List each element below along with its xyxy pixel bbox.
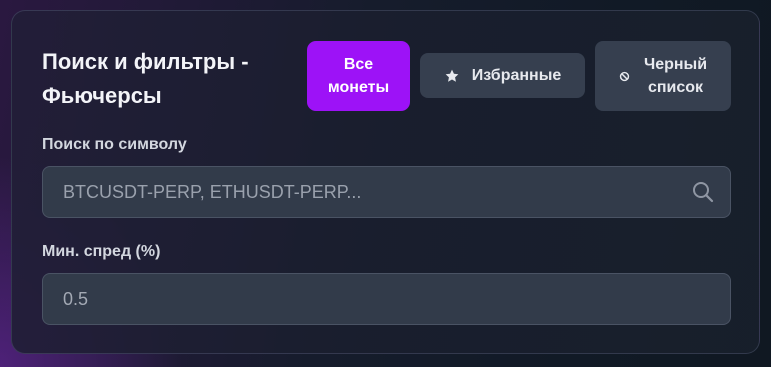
- blacklist-label: Черный список: [644, 53, 707, 99]
- star-icon: [444, 68, 460, 84]
- favorites-label: Избранные: [471, 67, 562, 84]
- search-input[interactable]: [43, 167, 730, 217]
- search-field: [42, 166, 731, 218]
- all-coins-label-line-1: Все: [343, 56, 374, 73]
- all-coins-label: Все монеты: [328, 53, 389, 99]
- filters-panel: Поиск и фильтры - Фьючерсы Все монеты Из…: [11, 10, 760, 354]
- blacklist-label-line-1: Черный: [643, 56, 708, 73]
- page-title: Поиск и фильтры - Фьючерсы: [42, 45, 292, 113]
- ban-icon: [619, 71, 630, 82]
- min-spread-label: Мин. спред (%): [42, 243, 161, 260]
- favorites-button[interactable]: Избранные: [420, 53, 585, 98]
- blacklist-button[interactable]: Черный список: [595, 41, 731, 111]
- page-title-line-2: Фьючерсы: [42, 83, 162, 108]
- all-coins-label-line-2: монеты: [327, 79, 390, 96]
- min-spread-field: [42, 273, 731, 325]
- blacklist-label-line-2: список: [647, 79, 704, 96]
- all-coins-button[interactable]: Все монеты: [307, 41, 410, 111]
- search-icon[interactable]: [691, 180, 715, 204]
- page-title-line-1: Поиск и фильтры -: [42, 49, 249, 74]
- min-spread-input[interactable]: [43, 274, 730, 324]
- search-label: Поиск по символу: [42, 136, 187, 153]
